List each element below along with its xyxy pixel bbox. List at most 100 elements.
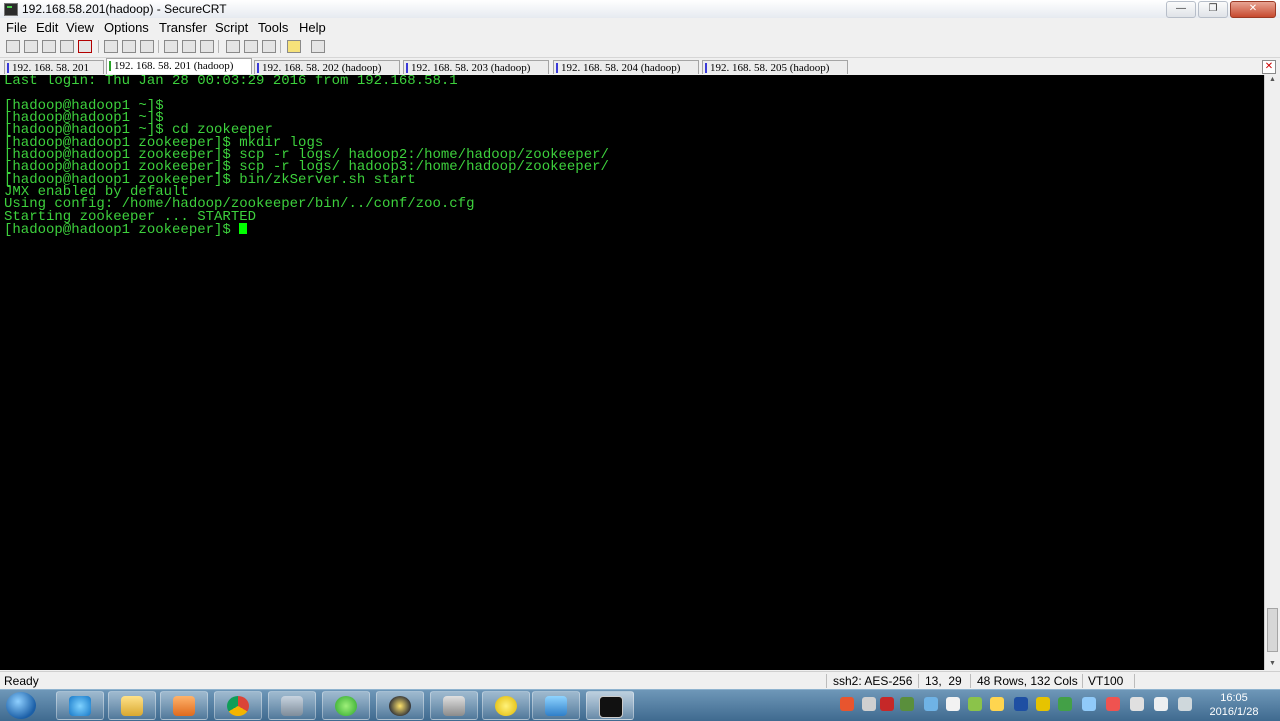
qq-icon[interactable] — [990, 697, 1004, 711]
antivirus-icon[interactable] — [880, 697, 894, 711]
lock-icon — [281, 696, 303, 716]
taskbar-editor[interactable] — [376, 691, 424, 720]
menu-edit[interactable]: Edit — [36, 20, 58, 35]
minimize-button[interactable]: — — [1166, 1, 1196, 18]
scroll-down-icon[interactable]: ▼ — [1267, 659, 1278, 669]
windows-flag-icon[interactable] — [946, 697, 960, 711]
taskbar-internet-explorer[interactable] — [56, 691, 104, 720]
terminal-scrollbar[interactable]: ▲ ▼ — [1264, 75, 1280, 670]
usb-icon[interactable] — [1130, 697, 1144, 711]
close-tab-icon[interactable]: ✕ — [1262, 60, 1276, 74]
bluetooth-icon[interactable] — [1014, 697, 1028, 711]
menu-script[interactable]: Script — [215, 20, 248, 35]
taskbar-file-explorer[interactable] — [108, 691, 156, 720]
music-icon — [495, 696, 517, 716]
find-icon[interactable] — [140, 40, 154, 53]
title-bar: 192.168.58.201(hadoop) - SecureCRT — ❐ ✕ — [0, 0, 1280, 19]
print-selection-icon[interactable] — [182, 40, 196, 53]
status-ready: Ready — [4, 674, 39, 688]
sftp-icon[interactable] — [311, 40, 325, 53]
close-button[interactable]: ✕ — [1230, 1, 1276, 18]
disconnect-icon[interactable] — [78, 40, 92, 53]
connect-icon[interactable] — [6, 40, 20, 53]
tab-session-202-hadoop[interactable]: 192. 168. 58. 202 (hadoop) — [254, 60, 400, 74]
taskbar-virtualbox[interactable] — [532, 691, 580, 720]
session-options-icon[interactable] — [226, 40, 240, 53]
media-player-icon — [173, 696, 195, 716]
status-emulation: VT100 — [1088, 674, 1124, 688]
internet-explorer-icon — [69, 696, 91, 716]
taskbar-media-player[interactable] — [160, 691, 208, 720]
print-icon[interactable] — [200, 40, 214, 53]
status-divider — [1134, 674, 1135, 688]
status-cipher: ssh2: AES-256 — [833, 674, 913, 688]
menu-file[interactable]: File — [6, 20, 27, 35]
taskbar-chrome[interactable] — [214, 691, 262, 720]
terminal-screen[interactable]: Last login: Thu Jan 28 00:03:29 2016 fro… — [0, 75, 1264, 670]
clock-date: 2016/1/28 — [1209, 706, 1259, 718]
status-terminal-size: 48 Rows, 132 Cols — [977, 674, 1078, 688]
menu-help[interactable]: Help — [299, 20, 326, 35]
taskbar-browser[interactable] — [322, 691, 370, 720]
menu-options[interactable]: Options — [104, 20, 149, 35]
securecrt-icon — [599, 696, 623, 718]
sogou-input-icon[interactable] — [840, 697, 854, 711]
taskbar-clock[interactable]: 16:05 2016/1/28 — [1204, 691, 1264, 719]
copy-icon[interactable] — [104, 40, 118, 53]
volume-icon[interactable] — [1154, 697, 1168, 711]
help-icon[interactable] — [287, 40, 301, 53]
print-setup-icon[interactable] — [164, 40, 178, 53]
status-divider — [1082, 674, 1083, 688]
taskbar-securecrt[interactable] — [586, 691, 634, 720]
toolbar-separator — [98, 40, 99, 53]
windows-start-icon[interactable] — [6, 692, 36, 719]
chrome-icon — [227, 696, 249, 716]
device-icon[interactable] — [900, 697, 914, 711]
scrollbar-thumb[interactable] — [1267, 608, 1278, 652]
terminal-prompt-line: [hadoop@hadoop1 zookeeper]$ — [4, 222, 248, 238]
window-controls: — ❐ ✕ — [1166, 1, 1276, 18]
tab-session-204-hadoop[interactable]: 192. 168. 58. 204 (hadoop) — [553, 60, 699, 74]
menu-transfer[interactable]: Transfer — [159, 20, 207, 35]
display-icon[interactable] — [1082, 697, 1096, 711]
terminal-cursor — [239, 223, 248, 234]
tab-session-201[interactable]: 192. 168. 58. 201 — [4, 60, 104, 74]
connect-tab-icon[interactable] — [42, 40, 56, 53]
status-divider — [918, 674, 919, 688]
taskbar-music[interactable] — [482, 691, 530, 720]
menu-view[interactable]: View — [66, 20, 94, 35]
toolbar-separator — [158, 40, 159, 53]
toolbar-separator — [280, 40, 281, 53]
flag-icon[interactable] — [1106, 697, 1120, 711]
status-cursor-position: 13, 29 — [925, 674, 962, 688]
toolbar-separator — [218, 40, 219, 53]
menu-tools[interactable]: Tools — [258, 20, 288, 35]
toolbar — [0, 37, 1280, 58]
global-options-icon[interactable] — [244, 40, 258, 53]
paste-icon[interactable] — [122, 40, 136, 53]
input-mode-icon[interactable] — [862, 697, 876, 711]
editor-icon — [389, 696, 411, 716]
windows-taskbar: 16:05 2016/1/28 — [0, 689, 1280, 721]
update-icon[interactable] — [968, 697, 982, 711]
restore-button[interactable]: ❐ — [1198, 1, 1228, 18]
securecrt-app-icon[interactable] — [4, 3, 18, 16]
addon-icon[interactable] — [1036, 697, 1050, 711]
network-shield-icon[interactable] — [924, 697, 938, 711]
quick-connect-icon[interactable] — [24, 40, 38, 53]
terminal-prompt: [hadoop@hadoop1 zookeeper]$ — [4, 222, 240, 238]
taskbar-security-tool[interactable] — [268, 691, 316, 720]
network-signal-icon[interactable] — [1178, 697, 1192, 711]
folder-icon — [121, 696, 143, 716]
clock-time: 16:05 — [1220, 692, 1248, 704]
taskbar-terminal-manager[interactable] — [430, 691, 478, 720]
tab-session-201-hadoop[interactable]: 192. 168. 58. 201 (hadoop) — [106, 58, 252, 74]
window-title: 192.168.58.201(hadoop) - SecureCRT — [22, 2, 227, 16]
keymap-icon[interactable] — [262, 40, 276, 53]
tab-session-205-hadoop[interactable]: 192. 168. 58. 205 (hadoop) — [702, 60, 848, 74]
security-shield-icon[interactable] — [1058, 697, 1072, 711]
status-bar: Ready ssh2: AES-256 13, 29 48 Rows, 132 … — [0, 671, 1280, 690]
tab-session-203-hadoop[interactable]: 192. 168. 58. 203 (hadoop) — [403, 60, 549, 74]
scroll-up-icon[interactable]: ▲ — [1267, 75, 1278, 85]
reconnect-icon[interactable] — [60, 40, 74, 53]
